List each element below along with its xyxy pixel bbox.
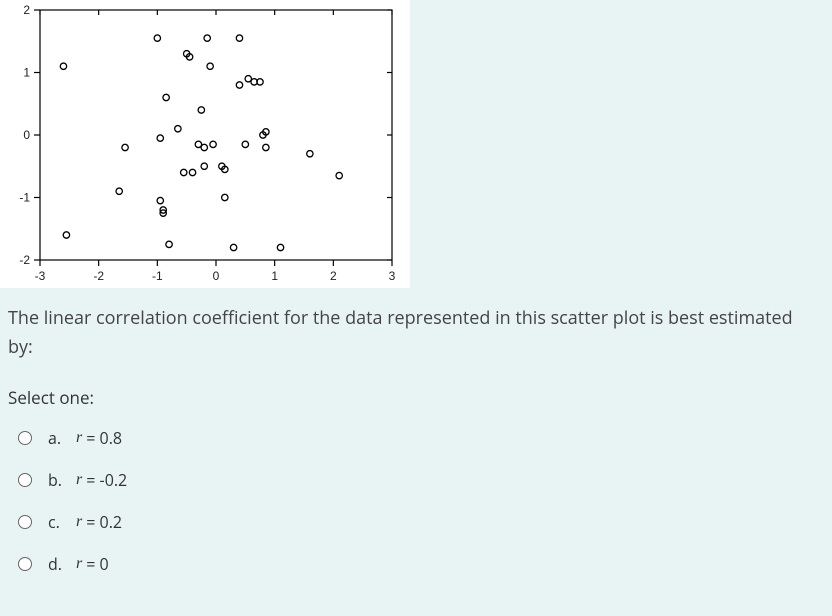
svg-text:-1: -1 [19,191,30,205]
option-a[interactable]: a.r = 0.8 [18,417,832,459]
option-value: = 0.2 [86,511,122,533]
svg-text:-2: -2 [19,253,30,267]
svg-text:2: 2 [330,269,337,283]
svg-text:-1: -1 [152,269,163,283]
option-variable: r [76,429,82,447]
scatter-plot-svg: -3 -2 -1 0 1 2 3 -2 -1 0 1 2 [0,0,410,288]
option-value: = 0 [86,553,108,575]
radio-button[interactable] [18,515,32,529]
option-letter: c. [48,511,76,533]
option-b[interactable]: b.r = -0.2 [18,459,832,501]
question-text: The linear correlation coefficient for t… [0,296,832,362]
svg-text:3: 3 [389,269,396,283]
svg-text:-3: -3 [35,269,46,283]
svg-text:0: 0 [213,269,220,283]
radio-button[interactable] [18,557,32,571]
option-variable: r [76,555,82,573]
option-letter: b. [48,469,76,491]
option-value: = -0.2 [86,469,127,491]
svg-text:0: 0 [23,128,30,142]
option-variable: r [76,471,82,489]
radio-button[interactable] [18,473,32,487]
radio-button[interactable] [18,431,32,445]
svg-text:1: 1 [23,66,30,80]
svg-text:-2: -2 [93,269,104,283]
select-one-label: Select one: [0,362,832,417]
svg-text:1: 1 [271,269,278,283]
option-letter: a. [48,427,76,449]
option-d[interactable]: d.r = 0 [18,543,832,585]
svg-text:2: 2 [23,3,30,17]
option-letter: d. [48,553,76,575]
scatter-plot-figure: -3 -2 -1 0 1 2 3 -2 -1 0 1 2 [0,0,410,288]
option-variable: r [76,513,82,531]
option-value: = 0.8 [86,427,122,449]
option-c[interactable]: c.r = 0.2 [18,501,832,543]
options-list: a.r = 0.8b.r = -0.2c.r = 0.2d.r = 0 [0,417,832,585]
